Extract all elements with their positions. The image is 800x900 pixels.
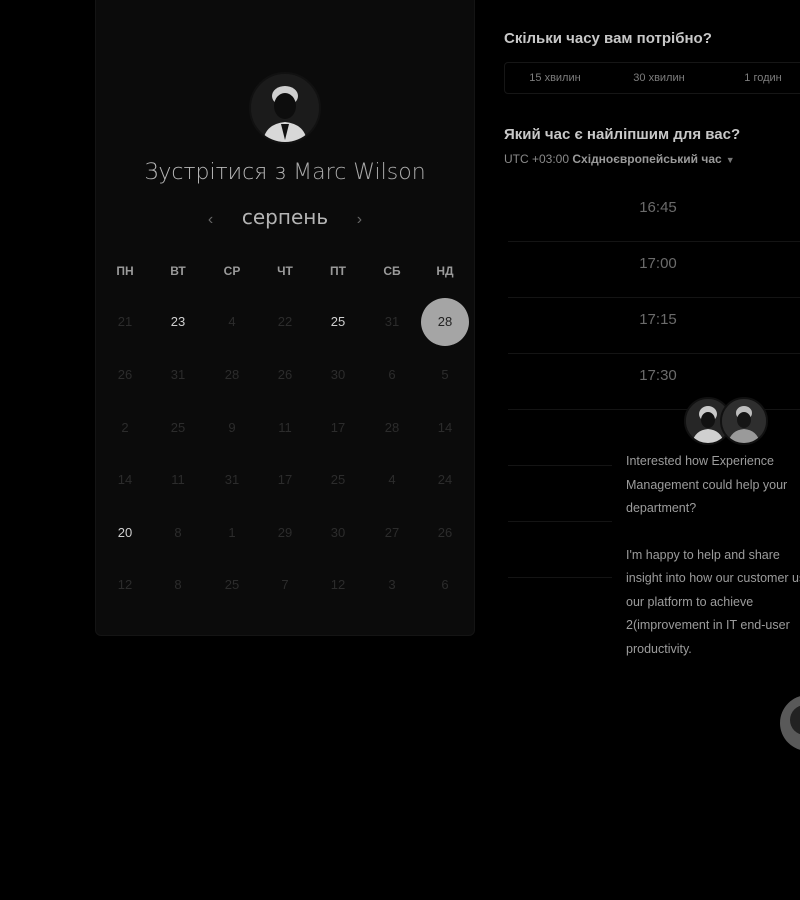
calendar-day: 11: [171, 472, 185, 487]
calendar-day: 17: [330, 420, 346, 435]
time-slot[interactable]: 16:45: [508, 185, 800, 242]
calendar-day: 27: [384, 525, 400, 540]
calendar-day: 12: [117, 577, 133, 592]
timezone-name: Східноєвропейський час: [572, 152, 722, 166]
calendar-day-selected[interactable]: 28: [421, 298, 469, 346]
calendar-day: 31: [170, 367, 186, 382]
calendar-day: 17: [277, 472, 293, 487]
chat-agent-avatar: [720, 397, 768, 445]
duration-question: Скільки часу вам потрібно?: [504, 30, 712, 47]
calendar-day: 31: [384, 314, 400, 329]
calendar-day: 25: [170, 420, 186, 435]
calendar-day: 8: [174, 525, 182, 540]
calendar-day: 7: [281, 577, 289, 592]
calendar-day: 26: [437, 525, 453, 540]
chat-message: Interested how Experience Management cou…: [626, 450, 800, 684]
calendar-day: 12: [330, 577, 346, 592]
calendar-day: 25: [330, 472, 346, 487]
duration-selector: 15 хвилин 30 хвилин 1 годин: [504, 62, 800, 94]
calendar-day: 21: [117, 314, 133, 329]
chevron-right-icon[interactable]: ›: [344, 211, 374, 229]
calendar-day: 31: [224, 472, 240, 487]
calendar-day: 30: [330, 525, 346, 540]
calendar-day: 6: [441, 577, 449, 592]
weekday-label: СР: [223, 264, 241, 278]
time-slot[interactable]: 17:15: [508, 297, 800, 354]
weekday-label: ЧТ: [277, 264, 293, 278]
page-title: Зустрітися з Marc Wilson: [95, 160, 475, 185]
calendar-day: 28: [224, 367, 240, 382]
calendar-day[interactable]: 23: [154, 298, 202, 346]
calendar-day: 26: [117, 367, 133, 382]
duration-option-30[interactable]: 30 хвилин: [609, 63, 709, 93]
chevron-left-icon[interactable]: ‹: [196, 211, 226, 229]
duration-option-60[interactable]: 1 годин: [713, 63, 800, 93]
host-name: Marc Wilson: [293, 160, 426, 185]
calendar-day: 3: [388, 577, 396, 592]
calendar-day: 9: [228, 420, 236, 435]
calendar-day: 25: [224, 577, 240, 592]
calendar-day: 29: [277, 525, 293, 540]
calendar-day: 11: [278, 420, 292, 435]
calendar-day: 4: [388, 472, 396, 487]
title-prefix: Зустрітися з: [144, 160, 294, 185]
timezone-offset: UTC +03:00: [504, 152, 570, 166]
chat-message-line: Interested how Experience Management cou…: [626, 454, 788, 515]
calendar-day: 22: [277, 314, 293, 329]
weekday-label: ВТ: [170, 264, 186, 278]
calendar-day: 5: [441, 367, 449, 382]
calendar-day: 4: [228, 314, 236, 329]
month-label: серпень: [241, 205, 329, 229]
chat-message-line: I'm happy to help and share insight into…: [626, 547, 800, 656]
timezone-select[interactable]: UTC +03:00 Східноєвропейський час ▼: [504, 152, 735, 166]
calendar-day: 8: [174, 577, 182, 592]
weekday-label: ПТ: [330, 264, 346, 278]
chevron-down-icon: ▼: [725, 155, 735, 165]
calendar-day: 1: [228, 525, 236, 540]
calendar-day: 14: [437, 420, 453, 435]
calendar-day: 26: [277, 367, 293, 382]
calendar-day: 6: [388, 367, 396, 382]
calendar-day: 24: [437, 472, 453, 487]
calendar-day: 2: [121, 420, 129, 435]
month-navigation: ‹ серпень ›: [95, 205, 475, 229]
calendar-day[interactable]: 20: [101, 509, 149, 557]
calendar-day: 14: [117, 472, 133, 487]
chat-launcher-button[interactable]: [780, 695, 800, 751]
calendar-day: 28: [384, 420, 400, 435]
calendar-day[interactable]: 25: [314, 298, 362, 346]
host-avatar: [249, 72, 321, 144]
time-question: Який час є найліпшим для вас?: [504, 126, 741, 143]
duration-option-15[interactable]: 15 хвилин: [505, 63, 605, 93]
weekday-label: НД: [436, 264, 454, 278]
weekday-label: СБ: [383, 264, 401, 278]
time-slot[interactable]: 17:00: [508, 241, 800, 298]
weekday-label: ПН: [116, 264, 134, 278]
calendar-day: 30: [330, 367, 346, 382]
